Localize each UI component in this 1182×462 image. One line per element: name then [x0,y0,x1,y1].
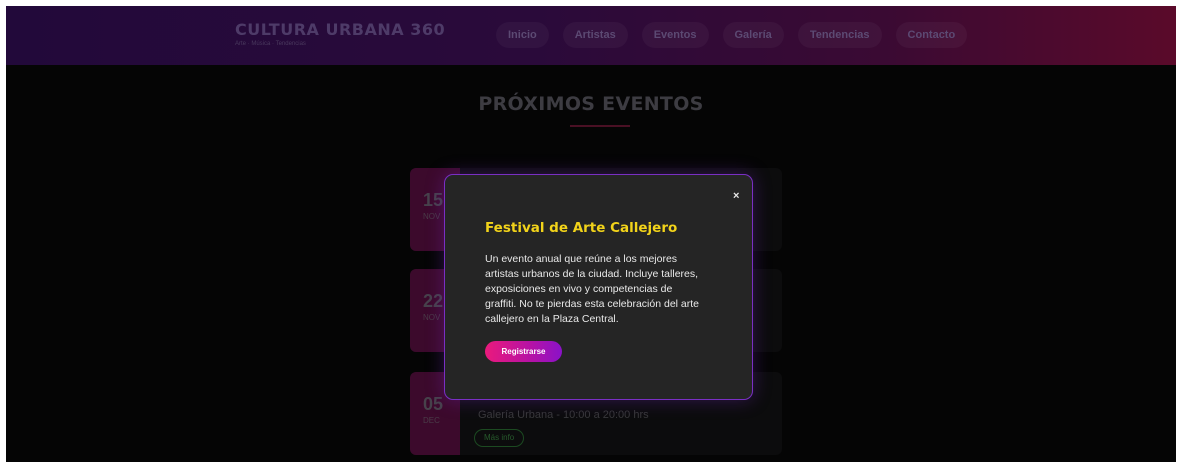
event-day: 15 [423,190,444,210]
register-button[interactable]: Registrarse [485,341,562,362]
nav-item-inicio[interactable]: Inicio [496,22,549,48]
nav-item-tendencias[interactable]: Tendencias [797,22,882,48]
brand-title: CULTURA URBANA 360 [235,20,446,39]
event-month: DEC [423,416,440,425]
nav-item-contacto[interactable]: Contacto [895,22,968,48]
site-header: CULTURA URBANA 360 Arte · Música · Tende… [6,6,1176,65]
brand[interactable]: CULTURA URBANA 360 Arte · Música · Tende… [235,20,445,47]
event-details: Galería Urbana - 10:00 a 20:00 hrs [478,409,649,421]
more-info-button[interactable]: Más info [474,429,525,447]
section-title: PRÓXIMOS EVENTOS [478,93,704,115]
event-month: NOV [423,212,441,221]
page-frame: CULTURA URBANA 360 Arte · Música · Tende… [6,6,1176,462]
event-day: 22 [423,291,444,311]
nav-item-eventos[interactable]: Eventos [641,22,709,48]
nav-item-artistas[interactable]: Artistas [562,22,628,48]
event-modal: × Festival de Arte Callejero Un evento a… [444,174,753,400]
modal-description: Un evento anual que reúne a los mejores … [485,252,730,327]
section-title-underline [570,125,630,127]
main-nav: Inicio Artistas Eventos Galería Tendenci… [496,22,968,48]
close-icon[interactable]: × [733,191,739,202]
nav-item-galeria[interactable]: Galería [722,22,784,48]
modal-description-line: artistas urbanos de la ciudad. Incluye t… [485,268,699,280]
brand-tagline: Arte · Música · Tendencias [235,41,306,47]
event-month: NOV [423,313,441,322]
modal-description-line: callejero en la Plaza Central. [485,313,619,325]
modal-title: Festival de Arte Callejero [485,220,678,236]
modal-description-line: Un evento anual que reúne a los mejores [485,253,678,265]
event-day: 05 [423,394,444,414]
modal-description-line: exposiciones en vivo y competencias de [485,283,673,295]
modal-description-line: graffiti. No te pierdas esta celebración… [485,298,700,310]
